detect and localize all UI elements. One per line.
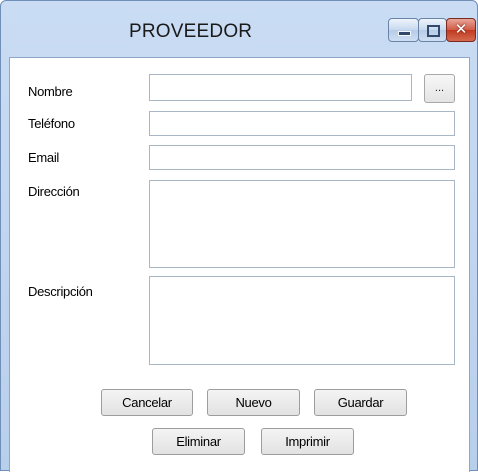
imprimir-button[interactable]: Imprimir [261, 428, 354, 455]
proveedor-window: PROVEEDOR ✕ Nombre ... Teléfono Email Di… [0, 0, 478, 472]
title-bar[interactable]: PROVEEDOR ✕ [1, 1, 477, 57]
maximize-icon [427, 25, 440, 37]
maximize-button[interactable] [418, 18, 447, 42]
descripcion-textarea[interactable] [149, 276, 455, 365]
direccion-label: Dirección [28, 184, 80, 199]
cancelar-button[interactable]: Cancelar [101, 389, 193, 416]
nuevo-button[interactable]: Nuevo [207, 389, 300, 416]
close-icon: ✕ [454, 20, 468, 38]
minimize-button[interactable] [388, 18, 419, 42]
telefono-input[interactable] [149, 111, 455, 136]
direccion-textarea[interactable] [149, 180, 455, 268]
guardar-button[interactable]: Guardar [314, 389, 407, 416]
eliminar-button[interactable]: Eliminar [152, 428, 245, 455]
minimize-icon [398, 31, 411, 36]
window-title: PROVEEDOR [129, 21, 253, 42]
form-area: Nombre ... Teléfono Email Dirección Desc… [9, 57, 470, 472]
close-button[interactable]: ✕ [446, 18, 476, 42]
telefono-label: Teléfono [28, 116, 75, 131]
nombre-label: Nombre [28, 84, 73, 99]
descripcion-label: Descripción [28, 284, 93, 299]
email-input[interactable] [149, 145, 455, 170]
email-label: Email [28, 150, 60, 165]
nombre-input[interactable] [149, 74, 412, 101]
browse-button[interactable]: ... [424, 74, 455, 103]
